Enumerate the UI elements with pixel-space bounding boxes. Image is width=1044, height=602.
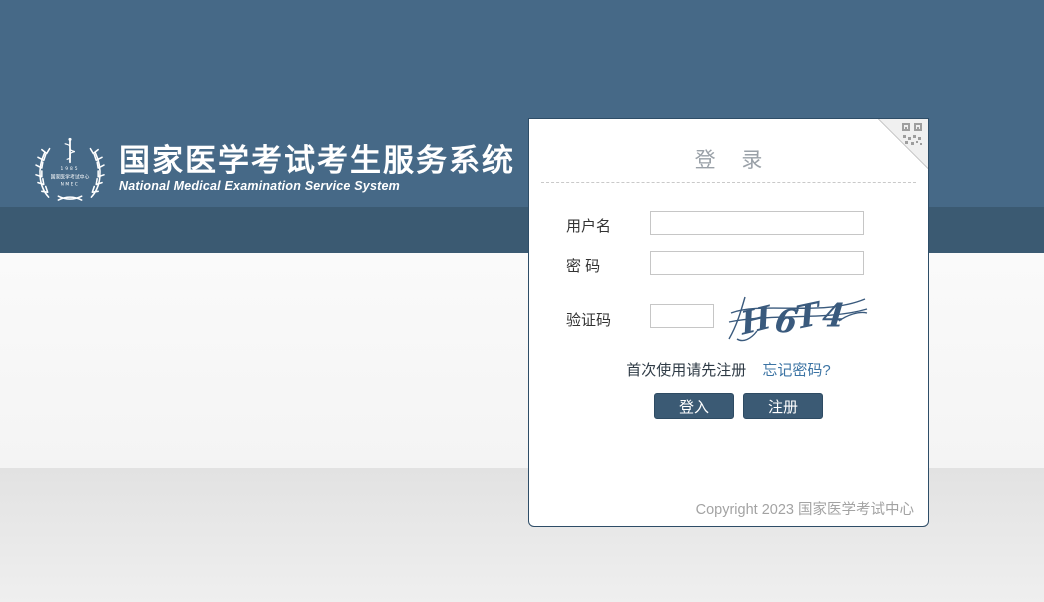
qr-login-corner[interactable] (878, 119, 928, 169)
title-divider (541, 182, 916, 183)
logo-abbr-text: NMEC (61, 182, 80, 188)
brand-text: 国家医学考试考生服务系统 National Medical Examinatio… (119, 142, 515, 194)
captcha-text: H6T4 (737, 291, 847, 345)
captcha-input[interactable] (650, 304, 714, 328)
login-card: 登 录 用户名 密 码 验证码 H6T4 首次使用请先注册 忘记密码? 登入 注… (528, 118, 929, 527)
password-label: 密 码 (566, 258, 601, 275)
forgot-password-link[interactable]: 忘记密码? (762, 362, 830, 379)
password-input[interactable] (650, 251, 864, 275)
register-hint-link[interactable]: 首次使用请先注册 (626, 362, 746, 379)
qr-code-icon (902, 123, 922, 145)
site-subtitle: National Medical Examination Service Sys… (119, 179, 400, 194)
nmec-wreath-logo: 1985 国家医学考试中心 NMEC (35, 137, 105, 201)
login-button[interactable]: 登入 (654, 393, 734, 419)
button-row: 登入 注册 (654, 393, 823, 419)
brand-block: 1985 国家医学考试中心 NMEC 国家医学考试考生服务系统 National… (33, 136, 515, 202)
register-button[interactable]: 注册 (743, 393, 823, 419)
login-title: 登 录 (694, 149, 773, 172)
username-label: 用户名 (566, 218, 612, 235)
logo-center-name-text: 国家医学考试中心 (51, 174, 90, 181)
links-row: 首次使用请先注册 忘记密码? (529, 359, 928, 380)
username-input[interactable] (650, 211, 864, 235)
captcha-image[interactable]: H6T4 (727, 291, 869, 345)
copyright-text: Copyright 2023 国家医学考试中心 (695, 502, 914, 518)
captcha-label: 验证码 (566, 312, 612, 329)
page: 1985 国家医学考试中心 NMEC 国家医学考试考生服务系统 National… (0, 0, 1044, 602)
site-title: 国家医学考试考生服务系统 (119, 142, 515, 178)
logo-year-text: 1985 (61, 166, 80, 172)
